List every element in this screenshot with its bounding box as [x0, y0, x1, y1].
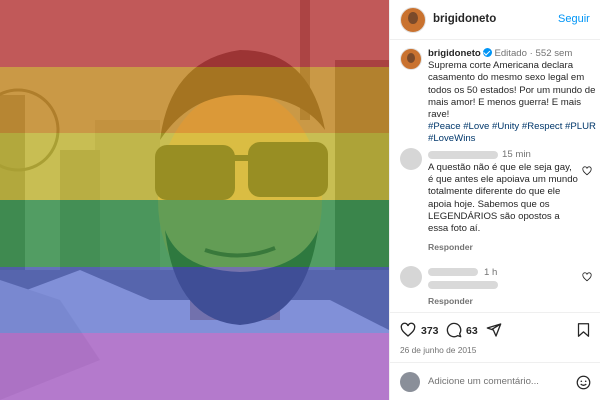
comments-count[interactable]: 63 — [466, 325, 478, 337]
rainbow-band-purple — [0, 333, 389, 400]
rainbow-band-orange — [0, 66, 389, 134]
likes-count[interactable]: 373 — [421, 325, 439, 337]
rainbow-band-yellow — [0, 133, 389, 200]
post-date: 26 de junho de 2015 — [400, 345, 477, 355]
comment-time: 15 min — [502, 149, 531, 160]
comment-heart-icon[interactable] — [582, 166, 592, 176]
caption-body: brigidoneto Editado · 552 sem Suprema co… — [428, 48, 596, 146]
comment-heart-icon[interactable] — [582, 272, 592, 282]
caption-age: 552 sem — [535, 48, 573, 59]
author-avatar[interactable] — [400, 7, 426, 33]
caption-hashtags[interactable]: #Peace #Love #Unity #Respect #PLUR #Love… — [428, 121, 596, 145]
comment-icon[interactable] — [446, 322, 462, 338]
rainbow-band-green — [0, 199, 389, 267]
post-photo[interactable] — [0, 0, 389, 400]
viewer-avatar — [400, 372, 420, 392]
verified-badge-icon — [482, 48, 492, 57]
caption-author-username[interactable]: brigidoneto — [428, 48, 481, 59]
emoji-icon[interactable] — [576, 375, 591, 390]
heart-icon[interactable] — [400, 322, 416, 338]
bookmark-icon[interactable] — [576, 322, 591, 338]
caption-text: Suprema corte Americana declara casament… — [428, 60, 596, 121]
comment-text: A questão não é que ele seja gay, é que … — [428, 162, 578, 235]
rainbow-band-red — [0, 0, 389, 67]
commenter-avatar[interactable] — [400, 266, 422, 288]
follow-button[interactable]: Seguir — [558, 13, 590, 25]
comment-text-blurred — [428, 281, 498, 289]
add-comment-input[interactable] — [428, 376, 568, 387]
post-sidebar: brigidoneto Seguir brigidoneto Editado ·… — [389, 0, 600, 400]
caption-edited-label: Editado — [494, 48, 527, 59]
post-header: brigidoneto Seguir — [390, 0, 600, 40]
reply-button[interactable]: Responder — [428, 242, 473, 252]
commenter-username-blurred — [428, 268, 478, 276]
caption-author-avatar[interactable] — [400, 48, 422, 70]
add-comment-bar — [390, 362, 600, 400]
comment-time: 1 h — [484, 267, 498, 278]
post-actions: 373 63 — [390, 312, 600, 346]
reply-button[interactable]: Responder — [428, 296, 473, 306]
rainbow-overlay — [0, 0, 389, 400]
author-username[interactable]: brigidoneto — [433, 13, 496, 25]
commenter-avatar[interactable] — [400, 148, 422, 170]
share-icon[interactable] — [486, 322, 502, 338]
rainbow-band-blue — [0, 266, 389, 334]
commenter-username-blurred — [428, 151, 498, 159]
caption-separator: · — [529, 48, 533, 59]
